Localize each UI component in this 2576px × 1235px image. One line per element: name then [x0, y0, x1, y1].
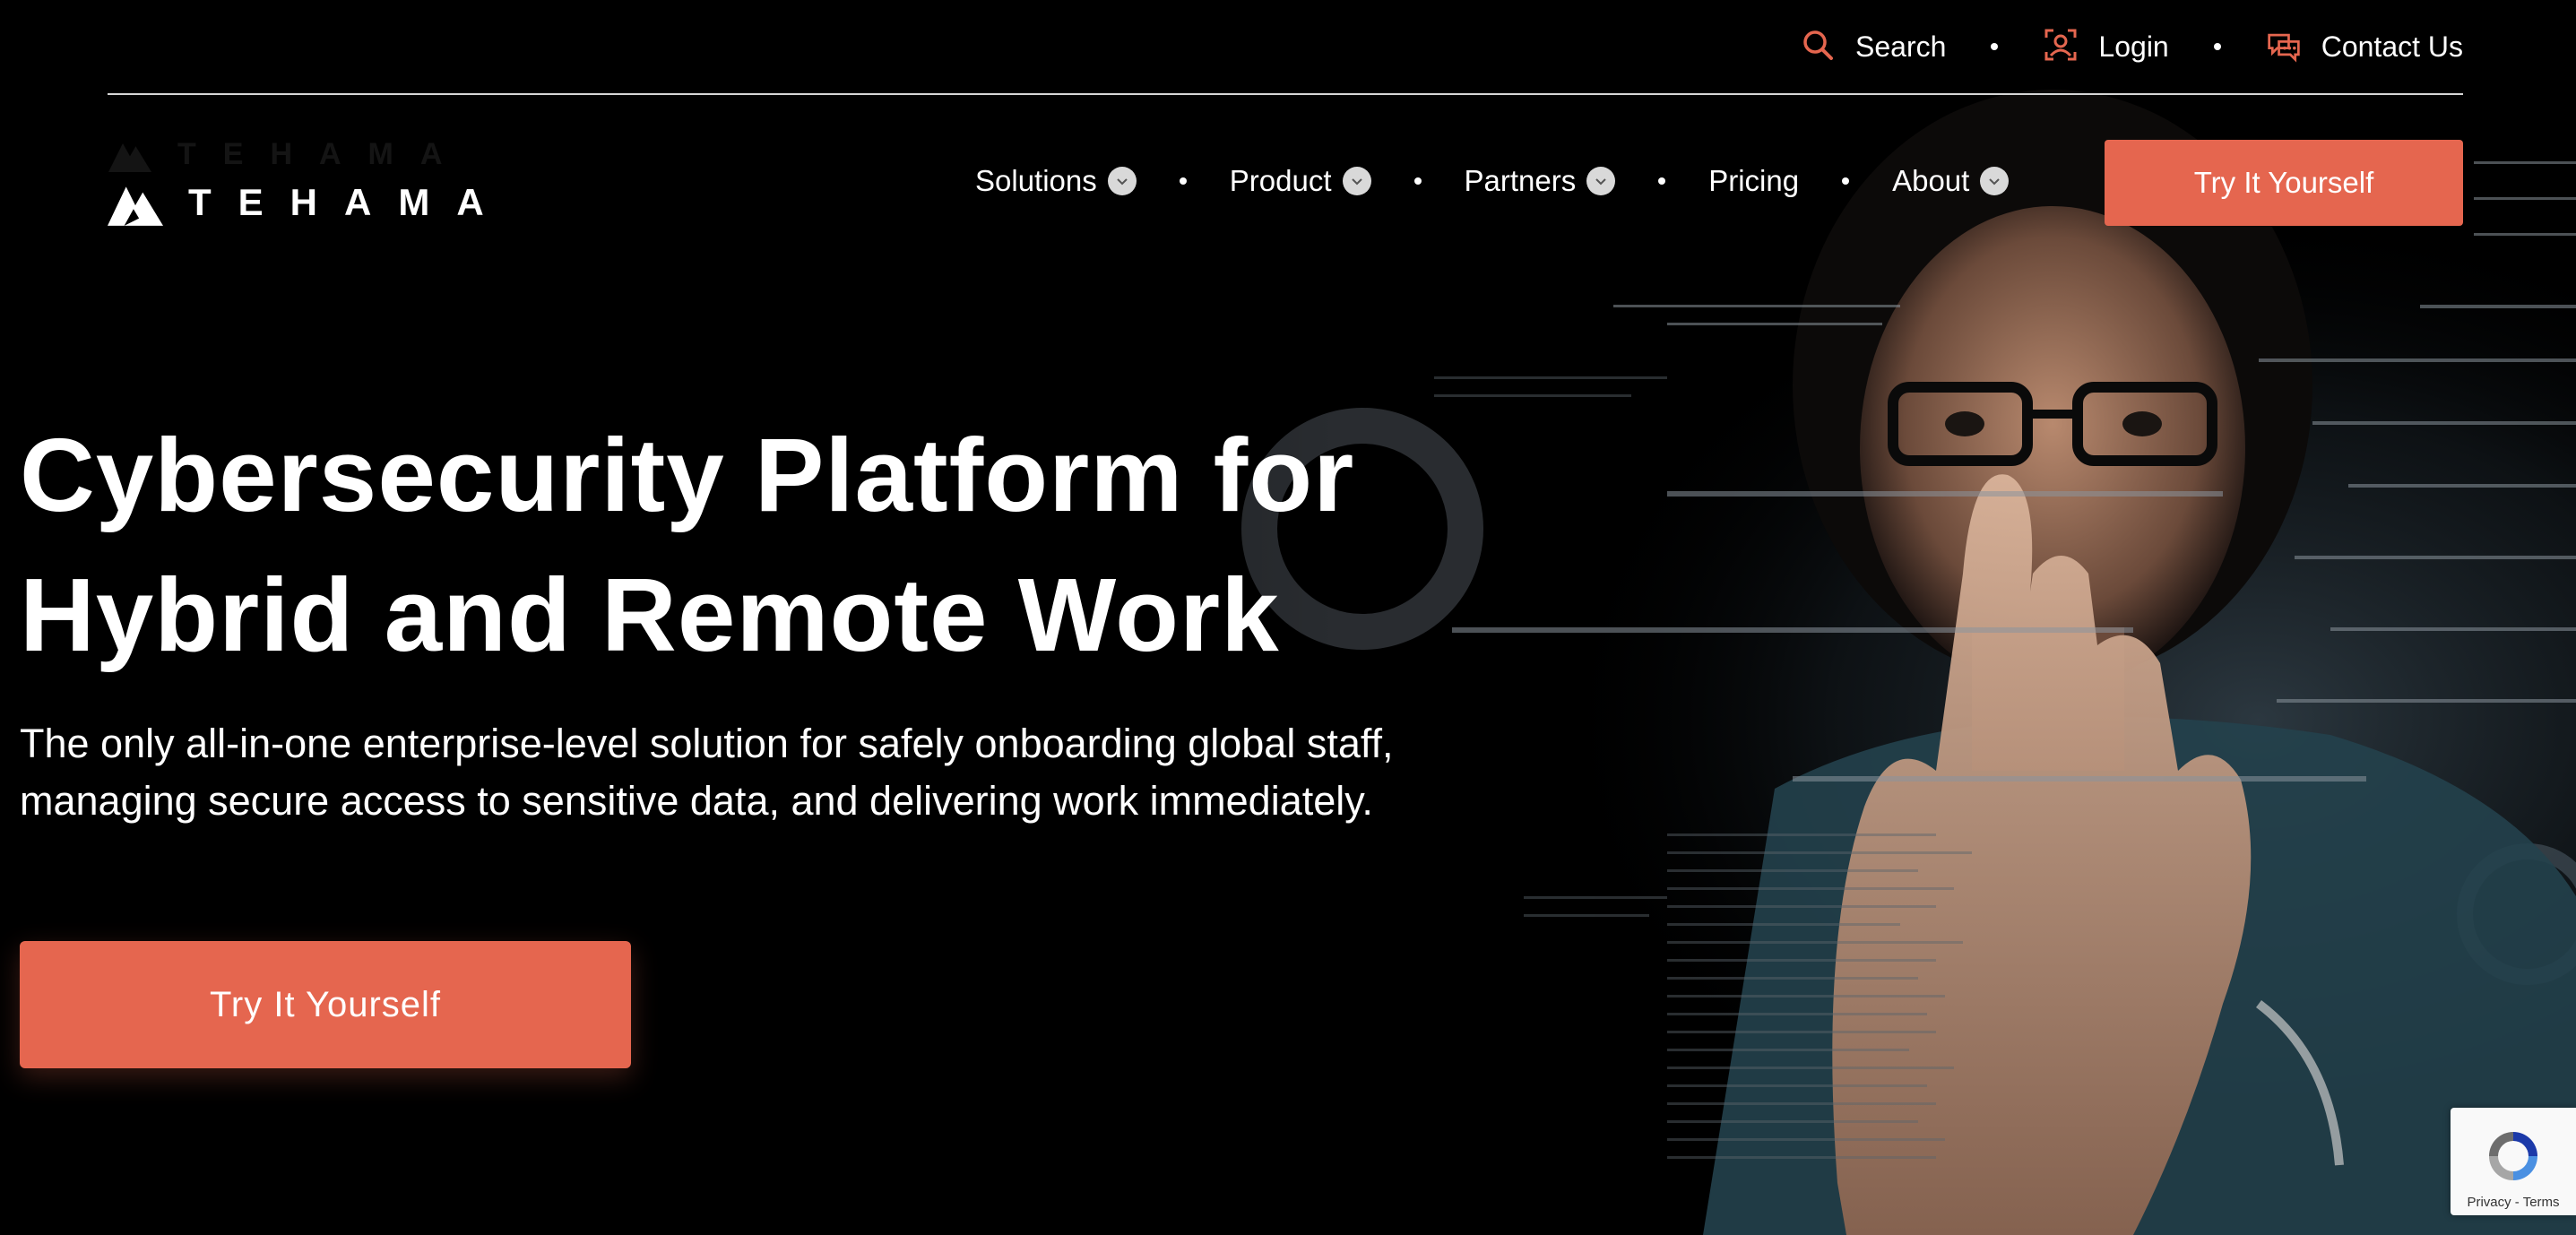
utility-separator [1991, 43, 1999, 50]
logo-mark-icon [108, 143, 151, 172]
nav-separator [1413, 177, 1422, 185]
chevron-down-icon [1342, 167, 1371, 195]
hero-title-line-2: Hybrid and Remote Work [20, 557, 1280, 673]
recaptcha-icon [2489, 1132, 2537, 1180]
utility-separator [2213, 43, 2221, 50]
hero-title: Cybersecurity Platform for Hybrid and Re… [20, 405, 1543, 685]
chevron-down-icon [1586, 167, 1616, 195]
logo-wordmark: TEHAMA [188, 181, 511, 223]
nav-label: Partners [1464, 164, 1577, 197]
contact-link[interactable]: Contact Us [2266, 27, 2463, 67]
hero-subtitle-line-1: The only all-in-one enterprise-level sol… [20, 721, 1394, 766]
nav-item-about[interactable]: About [1892, 164, 2010, 198]
main-nav: Solutions Product Partners Pricing About [975, 154, 2010, 208]
contact-label: Contact Us [2321, 30, 2463, 63]
login-label: Login [2098, 30, 2169, 63]
recaptcha-privacy-link[interactable]: Privacy [2467, 1195, 2511, 1210]
login-icon [2043, 27, 2079, 67]
logo[interactable]: TEHAMA [108, 176, 511, 229]
try-it-yourself-hero-button[interactable]: Try It Yourself [20, 941, 631, 1068]
nav-label: Product [1229, 164, 1332, 197]
nav-item-partners[interactable]: Partners [1465, 164, 1616, 198]
chevron-down-icon [1107, 167, 1137, 195]
nav-label: About [1892, 164, 1970, 197]
login-link[interactable]: Login [2043, 27, 2169, 67]
chat-bubble-icon [2266, 27, 2302, 67]
logo-ghost: TEHAMA [108, 136, 469, 172]
nav-label: Solutions [975, 164, 1097, 197]
recaptcha-terms-link[interactable]: Terms [2523, 1195, 2560, 1210]
search-link[interactable]: Search [1800, 27, 1946, 67]
nav-item-pricing[interactable]: Pricing [1708, 164, 1799, 198]
header-divider [108, 93, 2463, 95]
nav-item-product[interactable]: Product [1230, 164, 1371, 198]
nav-separator [1179, 177, 1187, 185]
hero-title-line-1: Cybersecurity Platform for [20, 417, 1355, 533]
chevron-down-icon [1980, 167, 2010, 195]
try-it-yourself-nav-button[interactable]: Try It Yourself [2105, 140, 2463, 226]
nav-label: Pricing [1708, 164, 1800, 197]
recaptcha-links: Privacy - Terms [2467, 1195, 2559, 1215]
search-icon [1800, 27, 1836, 67]
nav-separator [1842, 177, 1850, 185]
recaptcha-badge[interactable]: Privacy - Terms [2451, 1108, 2576, 1215]
utility-bar: Search Login Contact Us [1800, 20, 2463, 73]
nav-separator [1658, 177, 1666, 185]
hero-subtitle-line-2: managing secure access to sensitive data… [20, 778, 1373, 824]
logo-mark-icon [108, 186, 163, 226]
hero-subtitle: The only all-in-one enterprise-level sol… [20, 715, 1561, 830]
logo-wordmark-ghost: TEHAMA [177, 136, 470, 171]
recaptcha-separator: - [2511, 1195, 2523, 1210]
search-label: Search [1855, 30, 1947, 63]
nav-item-solutions[interactable]: Solutions [975, 164, 1137, 198]
